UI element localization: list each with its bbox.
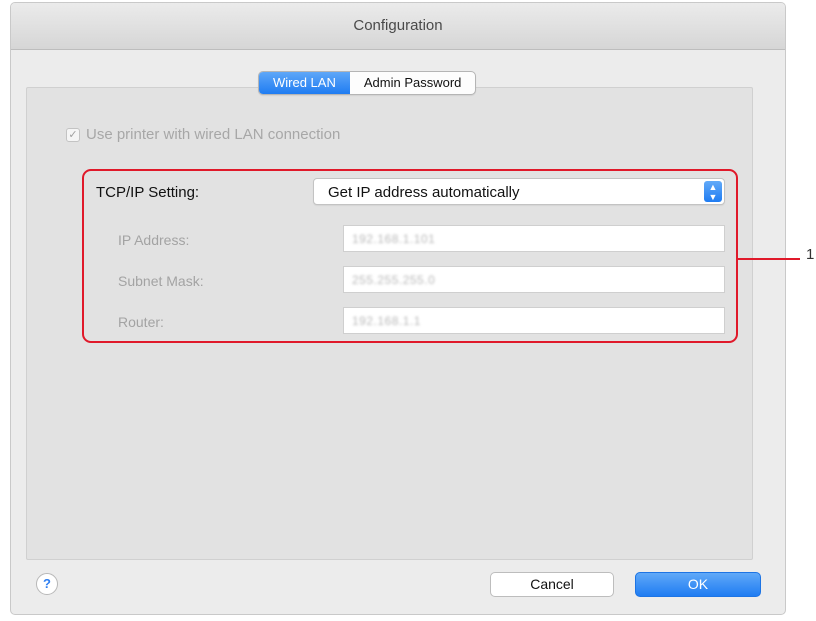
ip-address-label: IP Address:: [118, 232, 190, 248]
use-wired-lan-row: ✓ Use printer with wired LAN connection: [66, 126, 340, 143]
callout-number: 1: [806, 246, 815, 263]
tab-wired-lan[interactable]: Wired LAN: [259, 72, 350, 94]
use-wired-lan-label: Use printer with wired LAN connection: [86, 126, 341, 143]
tab-admin-password[interactable]: Admin Password: [350, 72, 476, 94]
title-bar[interactable]: Configuration: [11, 3, 785, 50]
ok-button[interactable]: OK: [635, 572, 761, 597]
chevron-up-down-icon: ▲ ▼: [704, 181, 722, 202]
callout-line: [738, 258, 800, 260]
subnet-mask-label: Subnet Mask:: [118, 273, 204, 289]
router-field[interactable]: 192.168.1.1: [343, 307, 725, 334]
tcpip-setting-select[interactable]: Get IP address automatically ▲ ▼: [313, 178, 725, 205]
help-button[interactable]: ?: [36, 573, 58, 595]
tcpip-setting-value: Get IP address automatically: [328, 184, 520, 201]
tcpip-setting-label: TCP/IP Setting:: [96, 184, 200, 201]
ip-address-field[interactable]: 192.168.1.101: [343, 225, 725, 252]
window-title: Configuration: [353, 17, 443, 34]
ip-address-value: 192.168.1.101: [352, 232, 436, 246]
router-label: Router:: [118, 314, 164, 330]
subnet-mask-value: 255.255.255.0: [352, 273, 436, 287]
use-wired-lan-checkbox[interactable]: ✓: [66, 127, 80, 142]
subnet-mask-field[interactable]: 255.255.255.0: [343, 266, 725, 293]
router-value: 192.168.1.1: [352, 314, 421, 328]
cancel-button[interactable]: Cancel: [490, 572, 614, 597]
tab-bar: Wired LAN Admin Password: [258, 71, 477, 95]
